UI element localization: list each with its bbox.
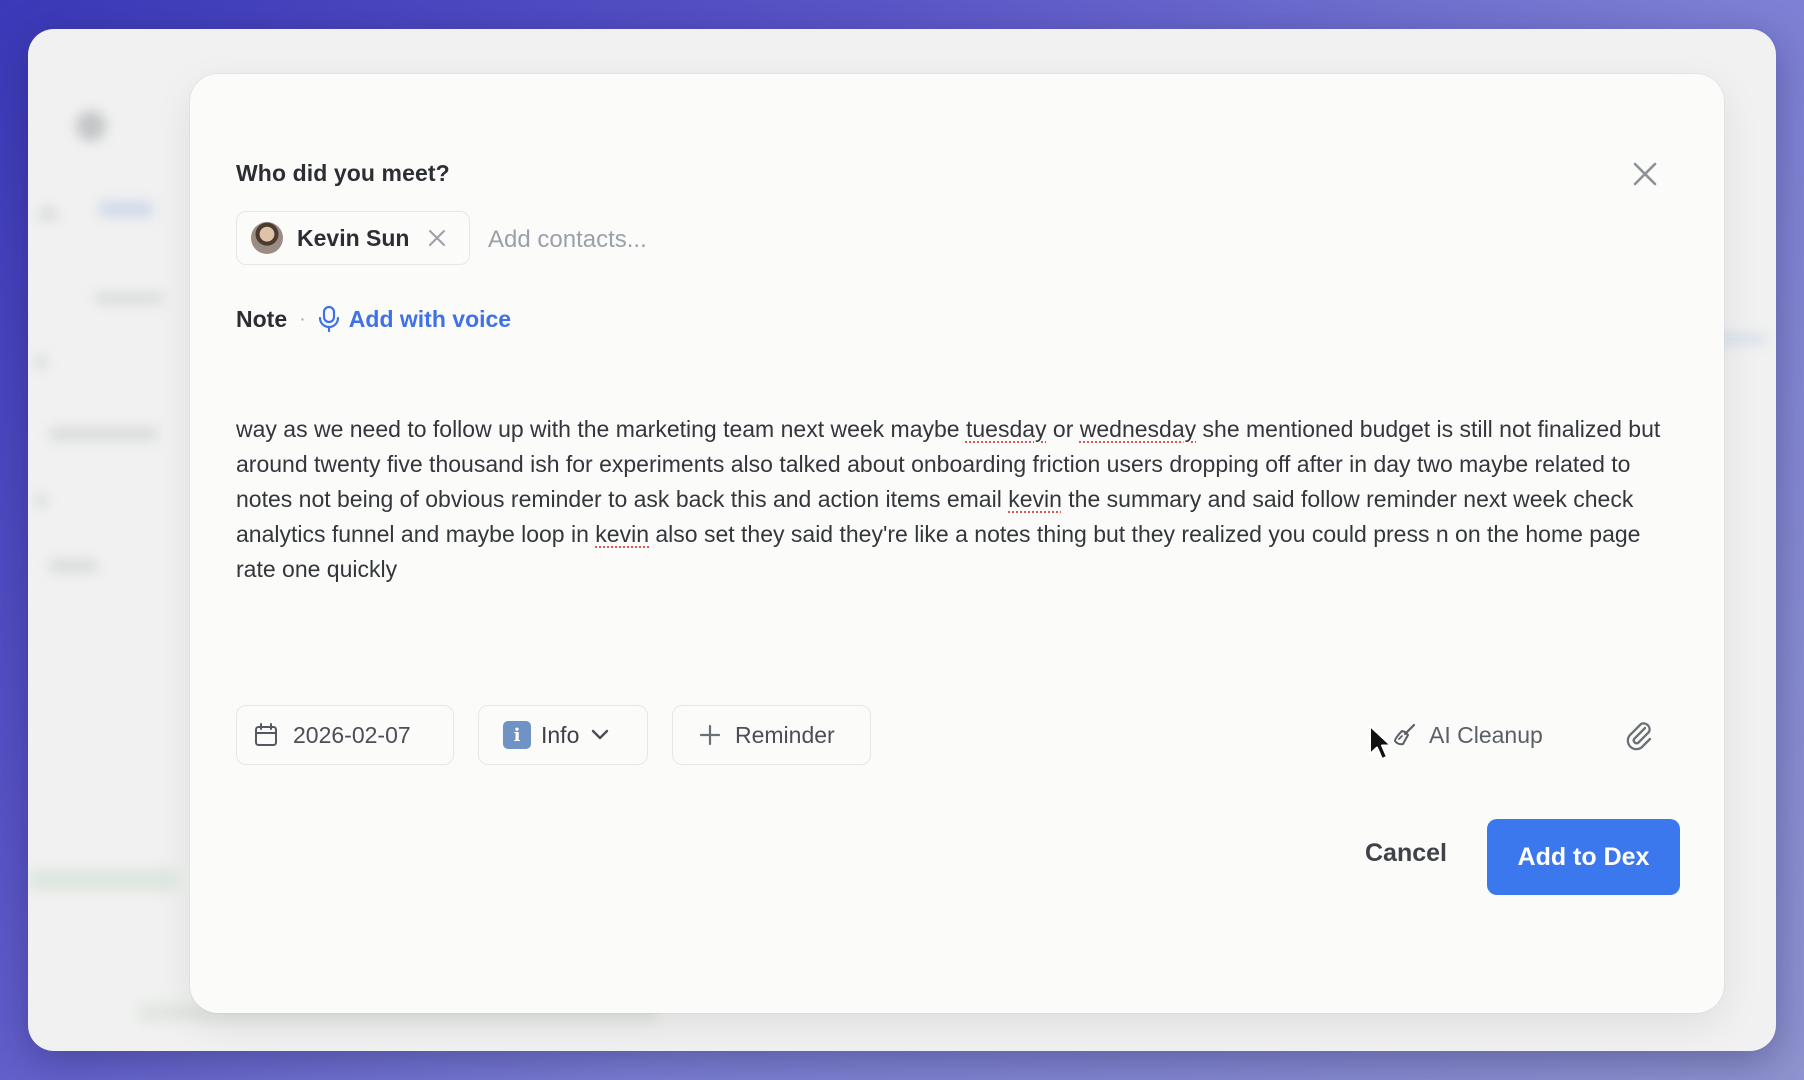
info-icon: i bbox=[503, 721, 531, 749]
calendar-icon bbox=[255, 723, 277, 746]
background-element bbox=[28, 869, 178, 891]
close-button[interactable] bbox=[1627, 156, 1663, 192]
add-with-voice-label: Add with voice bbox=[348, 305, 512, 332]
note-textarea[interactable]: way as we need to follow up with the mar… bbox=[236, 412, 1668, 587]
note-type-dropdown[interactable]: i Info bbox=[478, 705, 648, 765]
background-element bbox=[38, 207, 58, 221]
note-text-segment: way as we need to follow up with the mar… bbox=[236, 416, 966, 442]
background-avatar bbox=[76, 111, 106, 141]
note-label: Note bbox=[236, 305, 288, 332]
background-element bbox=[48, 559, 98, 573]
add-contacts-input[interactable] bbox=[486, 219, 910, 261]
avatar bbox=[251, 222, 283, 254]
date-value: 2026-02-07 bbox=[293, 721, 411, 748]
cancel-button[interactable]: Cancel bbox=[1341, 822, 1471, 884]
app-window: Who did you meet? Kevin Sun Note · bbox=[28, 29, 1776, 1051]
add-with-voice-button[interactable]: Add with voice bbox=[318, 305, 511, 333]
ai-cleanup-button[interactable]: AI Cleanup bbox=[1391, 715, 1543, 755]
background-element bbox=[94, 292, 164, 304]
background-element bbox=[34, 494, 48, 508]
attach-file-button[interactable] bbox=[1620, 716, 1658, 754]
note-header: Note · Add with voice bbox=[236, 299, 511, 339]
misspelled-word: kevin bbox=[595, 521, 649, 547]
background-element bbox=[48, 427, 158, 441]
misspelled-word: kevin bbox=[1008, 486, 1062, 512]
note-type-label: Info bbox=[541, 721, 580, 748]
add-to-dex-button[interactable]: Add to Dex bbox=[1487, 819, 1680, 895]
reminder-label: Reminder bbox=[735, 721, 835, 748]
paperclip-icon bbox=[1626, 722, 1652, 751]
close-icon bbox=[1633, 162, 1657, 186]
microphone-icon bbox=[318, 305, 339, 333]
close-icon bbox=[429, 230, 446, 246]
date-picker-button[interactable]: 2026-02-07 bbox=[236, 705, 454, 765]
misspelled-word: tuesday bbox=[965, 416, 1047, 442]
contact-chip-kevin-sun[interactable]: Kevin Sun bbox=[236, 211, 470, 265]
broom-icon bbox=[1394, 723, 1416, 746]
background-element bbox=[98, 201, 154, 217]
mouse-cursor-icon bbox=[1369, 725, 1392, 760]
chevron-down-icon bbox=[592, 729, 609, 740]
contact-name: Kevin Sun bbox=[297, 224, 410, 251]
add-reminder-button[interactable]: Reminder bbox=[672, 705, 871, 765]
background-element bbox=[34, 355, 48, 369]
dialog-title: Who did you meet? bbox=[236, 160, 450, 186]
ai-cleanup-label: AI Cleanup bbox=[1429, 721, 1543, 748]
misspelled-word: wednesday bbox=[1079, 416, 1197, 442]
add-note-dialog: Who did you meet? Kevin Sun Note · bbox=[190, 74, 1724, 1013]
remove-contact-button[interactable] bbox=[425, 226, 449, 250]
plus-icon bbox=[699, 724, 721, 746]
separator-dot: · bbox=[299, 307, 306, 330]
note-text-segment: or bbox=[1046, 416, 1080, 442]
